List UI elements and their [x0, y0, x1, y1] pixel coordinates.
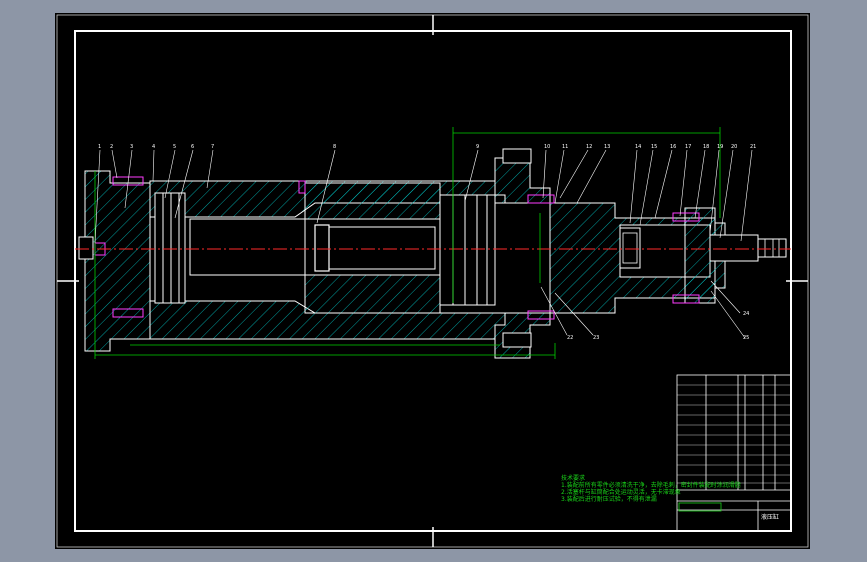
part-callout-22: 22 — [567, 335, 574, 341]
part-callout-11: 11 — [562, 144, 569, 150]
part-callout-23: 23 — [593, 335, 600, 341]
part-callout-14: 14 — [635, 144, 642, 150]
bore-left — [189, 218, 306, 276]
part-callout-10: 10 — [544, 144, 551, 150]
part-callout-20: 20 — [731, 144, 738, 150]
part-callout-17: 17 — [685, 144, 692, 150]
part-callout-5: 5 — [173, 144, 177, 150]
left-piston — [154, 192, 186, 304]
part-callout-3: 3 — [130, 144, 134, 150]
piston-rod-mid — [314, 224, 330, 272]
part-callout-25: 25 — [743, 335, 750, 341]
notes-line-3: 3.装配后进行耐压试验，不得有泄漏 — [561, 496, 657, 503]
title-block — [676, 374, 792, 532]
piston-rod — [709, 234, 759, 262]
rod-thread — [757, 238, 787, 258]
part-callout-16: 16 — [670, 144, 677, 150]
drawing-sheet: 1 2 3 4 5 6 7 8 9 10 11 12 13 14 15 16 17 18 19 20 21 22 23 24… — [55, 13, 810, 549]
flange-plate-top — [502, 148, 532, 164]
left-stub — [78, 236, 94, 260]
flange-plate-bottom — [502, 332, 532, 348]
title-block-rows — [677, 384, 791, 484]
part-callout-4: 4 — [152, 144, 156, 150]
part-callout-1: 1 — [98, 144, 102, 150]
part-callout-12: 12 — [586, 144, 593, 150]
part-callout-13: 13 — [604, 144, 611, 150]
notes-line-2: 2.活塞杆与缸筒配合处运动灵活，无卡滞现象 — [561, 489, 681, 496]
notes-line-1: 1.装配前所有零件必须清洗干净，去除毛刺，密封件装配时涂润滑脂 — [561, 482, 741, 489]
part-callout-6: 6 — [191, 144, 195, 150]
part-callout-2: 2 — [110, 144, 114, 150]
part-callout-21: 21 — [750, 144, 757, 150]
part-callout-9: 9 — [476, 144, 480, 150]
notes-heading: 技术要求 — [561, 475, 586, 482]
cad-drawing — [56, 14, 809, 548]
bore-mid — [314, 226, 436, 270]
technical-notes: 技术要求 1.装配前所有零件必须清洗干净，去除毛刺，密封件装配时涂润滑脂 2.活… — [561, 475, 741, 503]
part-callout-8: 8 — [333, 144, 337, 150]
part-callout-24: 24 — [743, 311, 750, 317]
title-block-drawing-name: 液压缸 — [761, 514, 780, 521]
part-callout-19: 19 — [717, 144, 724, 150]
middle-block-bottom — [304, 274, 441, 314]
part-callout-15: 15 — [651, 144, 658, 150]
part-callout-7: 7 — [211, 144, 215, 150]
part-callout-18: 18 — [703, 144, 710, 150]
